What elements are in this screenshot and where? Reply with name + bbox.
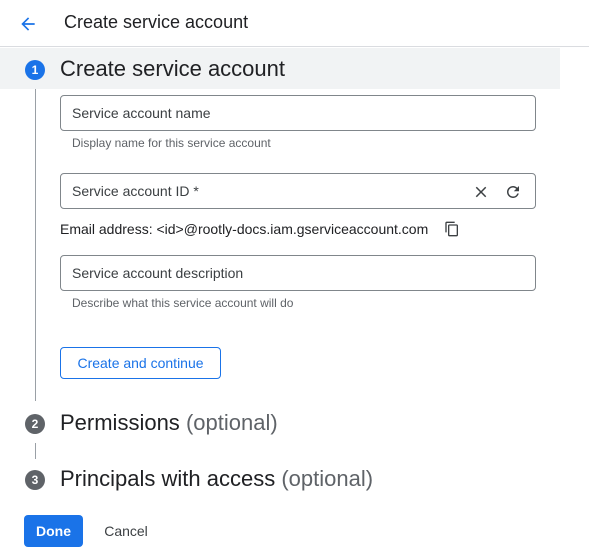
service-account-description-input[interactable]: [61, 256, 535, 290]
page-title: Create service account: [64, 12, 249, 32]
refresh-icon: [507, 186, 519, 198]
step-3-title[interactable]: Principals with access (optional): [60, 466, 373, 492]
service-account-name-input[interactable]: [61, 96, 535, 130]
description-hint: Describe what this service account will …: [72, 296, 294, 310]
step-2-title[interactable]: Permissions (optional): [60, 410, 278, 436]
service-account-id-input[interactable]: [61, 174, 461, 208]
copy-email-button[interactable]: [442, 219, 462, 239]
clear-id-button[interactable]: [471, 182, 491, 202]
copy-icon: [445, 221, 458, 237]
close-icon: [475, 186, 487, 198]
step-2-number: 2: [25, 414, 45, 434]
back-button[interactable]: [14, 10, 42, 38]
step-3-optional-label: (optional): [281, 466, 374, 491]
page-header: Create service account: [0, 0, 589, 47]
step-2-title-text: Permissions: [60, 410, 180, 435]
arrow-back-icon: [21, 17, 35, 31]
step-1-title-text: Create service account: [60, 56, 285, 81]
email-address-text: Email address: <id>@rootly-docs.iam.gser…: [60, 221, 429, 237]
regenerate-id-button[interactable]: [503, 182, 523, 202]
service-account-name-field[interactable]: [60, 95, 536, 131]
service-account-description-field[interactable]: [60, 255, 536, 291]
step-3-title-text: Principals with access: [60, 466, 276, 491]
name-hint: Display name for this service account: [72, 136, 271, 150]
cancel-button[interactable]: Cancel: [92, 515, 160, 547]
step-1-number: 1: [25, 60, 45, 80]
step-3-number: 3: [25, 470, 45, 490]
service-account-id-field[interactable]: [60, 173, 536, 209]
step-connector-line: [35, 89, 36, 401]
done-button[interactable]: Done: [24, 515, 83, 547]
create-and-continue-button[interactable]: Create and continue: [60, 347, 221, 379]
step-connector-line: [35, 443, 36, 459]
step-1-title: Create service account: [60, 56, 285, 82]
step-2-optional-label: (optional): [185, 410, 278, 435]
